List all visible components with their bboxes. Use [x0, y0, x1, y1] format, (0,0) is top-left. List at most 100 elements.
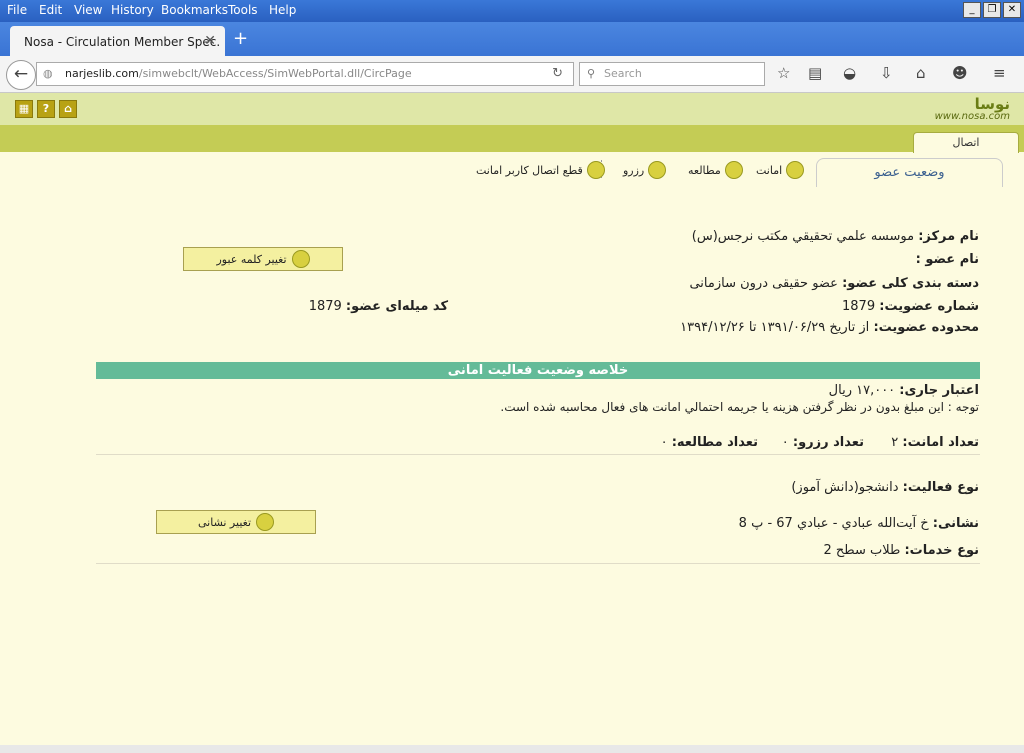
url-bar[interactable]: ◍ narjeslib.com/simwebclt/WebAccess/SimW…	[36, 62, 574, 86]
number-row: شماره عضویت: 1879	[842, 299, 979, 314]
tab-connection[interactable]: اتصال	[913, 132, 1019, 153]
pocket-icon[interactable]: ◒	[843, 64, 856, 82]
bookmark-star-icon[interactable]: ☆	[777, 64, 790, 82]
change-password-label: تغییر کلمه عبور	[216, 252, 287, 266]
search-input[interactable]: ⚲ Search	[579, 62, 765, 86]
loan-label: امانت	[756, 163, 783, 177]
calculator-icon[interactable]: ▦	[15, 100, 33, 118]
studies-value: ۰	[660, 435, 668, 450]
globe-icon: ◍	[43, 67, 53, 80]
menu-hamburger-icon[interactable]: ≡	[993, 64, 1006, 82]
status-bar	[0, 745, 1024, 753]
nav-bar: ← ◍ narjeslib.com/simwebclt/WebAccess/Si…	[0, 56, 1024, 93]
loans-value: ۲	[891, 435, 899, 450]
new-tab-icon[interactable]: +	[233, 28, 248, 49]
close-window-icon[interactable]: ✕	[1003, 2, 1021, 18]
address-label: نشانی:	[932, 516, 979, 531]
activity-type-label: نوع فعالیت:	[902, 480, 979, 495]
header-tab-bar: اتصال	[0, 125, 1024, 153]
help-icon[interactable]: ?	[37, 100, 55, 118]
credit-label: اعتبار جاری:	[899, 383, 979, 398]
category-value: عضو حقیقی درون سازمانی	[689, 276, 838, 291]
divider	[96, 454, 980, 455]
logo-url: www.nosa.com	[934, 111, 1010, 122]
search-icon: ⚲	[587, 67, 596, 80]
service-row: نوع خدمات: طلاب سطح 2	[824, 543, 980, 558]
reserves-row: تعداد رزرو: ۰	[782, 435, 864, 450]
search-placeholder: Search	[604, 67, 642, 80]
name-label: نام عضو :	[915, 252, 979, 267]
tab-strip: Nosa - Circulation Member Spec. ✕ +	[0, 22, 1024, 56]
loan-action[interactable]: امانت	[756, 161, 805, 179]
barcode-value: 1879	[308, 299, 342, 314]
disconnect-action[interactable]: قطع اتصال کاربر امانت	[476, 161, 605, 179]
change-password-button[interactable]: تغییر کلمه عبور	[183, 247, 343, 271]
studies-label: تعداد مطالعه:	[671, 435, 758, 450]
site-header: ▦ ? ⌂ نوسا www.nosa.com	[0, 93, 1024, 125]
category-row: دسته بندی کلی عضو: عضو حقیقی درون سازمان…	[689, 276, 979, 291]
tab-member-status[interactable]: وضعیت عضو	[816, 158, 1003, 187]
number-label: شماره عضویت:	[879, 299, 979, 314]
study-label: مطالعه	[688, 163, 721, 177]
study-action[interactable]: مطالعه	[688, 161, 743, 179]
reserves-label: تعداد رزرو:	[792, 435, 864, 450]
home-site-icon[interactable]: ⌂	[59, 100, 77, 118]
close-tab-icon[interactable]: ✕	[204, 33, 216, 49]
url-path: /simwebclt/WebAccess/SimWebPortal.dll/Ci…	[138, 67, 412, 80]
url-text: narjeslib.com/simwebclt/WebAccess/SimWeb…	[65, 63, 412, 85]
credit-note: توجه : این مبلغ بدون در نظر گرفتن هزینه …	[500, 400, 979, 414]
home-icon[interactable]: ⌂	[916, 64, 926, 82]
loans-row: تعداد امانت: ۲	[891, 435, 979, 450]
category-label: دسته بندی کلی عضو:	[842, 276, 979, 291]
change-address-label: تغییر نشانی	[197, 515, 252, 529]
change-address-button[interactable]: تغییر نشانی	[156, 510, 316, 534]
reserve-action[interactable]: رزرو	[623, 161, 667, 179]
center-value: موسسه علمي تحقيقي مکتب نرجس(س)	[691, 229, 915, 244]
menu-tools[interactable]: Tools	[228, 3, 258, 17]
address-row: نشانی: خ آیت‌الله عبادي - عبادي 67 - پ 8	[739, 516, 979, 531]
number-value: 1879	[842, 299, 876, 314]
site-logo: نوسا www.nosa.com	[935, 95, 1010, 122]
reading-list-icon[interactable]: ▤	[808, 64, 822, 82]
loans-label: تعداد امانت:	[902, 435, 979, 450]
menu-bookmarks[interactable]: Bookmarks	[161, 3, 228, 17]
menu-file[interactable]: File	[7, 3, 27, 17]
menu-bar: File Edit View History Bookmarks Tools H…	[0, 0, 1024, 22]
barcode-label: کد میله‌ای عضو:	[345, 299, 448, 314]
service-label: نوع خدمات:	[904, 543, 979, 558]
name-row: نام عضو :	[916, 252, 979, 267]
divider	[96, 563, 980, 564]
address-value: خ آیت‌الله عبادي - عبادي 67 - پ 8	[738, 516, 929, 531]
study-icon	[724, 161, 743, 179]
credit-value: ۱۷,۰۰۰ ریال	[828, 383, 896, 398]
menu-edit[interactable]: Edit	[39, 3, 62, 17]
menu-history[interactable]: History	[111, 3, 154, 17]
window-controls: _ ❐ ✕	[963, 2, 1021, 18]
reserve-icon	[648, 161, 667, 179]
center-label: نام مرکز:	[918, 229, 979, 244]
disconnect-label: قطع اتصال کاربر امانت	[476, 163, 583, 177]
barcode-row: کد میله‌ای عضو: 1879	[309, 299, 448, 314]
range-row: محدوده عضویت: از تاریخ ۱۳۹۱/۰۶/۲۹ تا ۱۳۹…	[680, 320, 979, 335]
range-label: محدوده عضویت:	[873, 320, 979, 335]
credit-row: اعتبار جاری: ۱۷,۰۰۰ ریال	[829, 383, 979, 398]
minimize-icon[interactable]: _	[963, 2, 981, 18]
reserves-value: ۰	[781, 435, 789, 450]
key-icon	[291, 250, 310, 268]
range-value: از تاریخ ۱۳۹۱/۰۶/۲۹ تا ۱۳۹۴/۱۲/۲۶	[680, 320, 870, 335]
activity-type-value: دانشجو(دانش آموز)	[791, 480, 899, 495]
chat-icon[interactable]: ☻	[952, 64, 968, 82]
disconnect-icon	[586, 161, 605, 179]
summary-title: خلاصه وضعیت فعالیت امانی	[96, 362, 980, 379]
restore-icon[interactable]: ❐	[983, 2, 1001, 18]
menu-view[interactable]: View	[74, 3, 102, 17]
back-icon[interactable]: ←	[6, 60, 36, 90]
center-row: نام مرکز: موسسه علمي تحقيقي مکتب نرجس(س)	[692, 229, 979, 244]
browser-tab[interactable]: Nosa - Circulation Member Spec. ✕	[10, 26, 225, 56]
menu-help[interactable]: Help	[269, 3, 296, 17]
download-icon[interactable]: ⇩	[880, 64, 893, 82]
reserve-label: رزرو	[623, 163, 645, 177]
loan-icon	[786, 161, 805, 179]
reload-icon[interactable]: ↻	[552, 63, 563, 85]
house-icon	[256, 513, 275, 531]
